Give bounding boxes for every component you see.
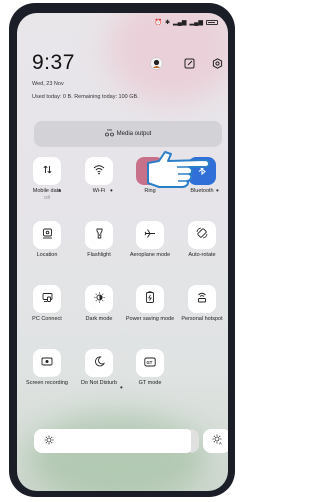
avatar-icon[interactable]	[149, 56, 163, 70]
toggle-flashlight[interactable]	[85, 221, 113, 249]
auto-brightness-button[interactable]: A	[203, 429, 228, 453]
toggle-label: PC Connect	[32, 316, 62, 322]
toggle-label: Flashlight	[87, 252, 111, 258]
toggle-label: Power saving mode	[125, 316, 175, 322]
brightness-icon	[44, 432, 54, 450]
signal-icon: ▂▄▆	[173, 20, 187, 26]
toggle-mobile-data[interactable]	[33, 157, 61, 185]
clock-time: 9:37	[32, 51, 75, 74]
status-bar: ⏰ ✱ ▂▄▆ ▂▄▆	[155, 19, 218, 26]
toggle-label: GT mode	[138, 380, 162, 386]
toggle-aeroplane-mode[interactable]	[136, 221, 164, 249]
power-saving-icon	[145, 290, 155, 308]
toggle-pc-connect[interactable]	[33, 285, 61, 313]
toggle-label: Personal hotspot	[181, 316, 223, 322]
toggle-gt-mode[interactable]: GT	[136, 349, 164, 377]
more-options-dot[interactable]: •	[216, 187, 219, 195]
alarm-icon: ⏰	[154, 20, 162, 26]
toggle-label: Location	[36, 252, 58, 258]
auto-brightness-icon: A	[212, 432, 223, 450]
signal-icon: ▂▄▆	[189, 20, 203, 26]
toggle-label: Auto-rotate	[188, 252, 216, 258]
battery-icon	[206, 20, 218, 25]
pointing-hand-icon	[147, 151, 210, 188]
media-output-icon	[104, 129, 114, 139]
gt-mode-icon: GT	[144, 354, 156, 372]
toggle-power-saving-mode[interactable]	[136, 285, 164, 313]
toggle-wi-fi[interactable]	[85, 157, 113, 185]
dark-mode-icon	[93, 290, 105, 308]
toggle-auto-rotate[interactable]	[188, 221, 216, 249]
mobile-data-icon	[42, 162, 53, 180]
edit-icon[interactable]	[182, 56, 196, 70]
svg-text:GT: GT	[147, 360, 153, 365]
toggle-do-not-disturb[interactable]	[85, 349, 113, 377]
more-options-dot[interactable]: •	[110, 187, 113, 195]
svg-text:A: A	[219, 441, 222, 446]
screen-recording-icon	[41, 354, 53, 372]
toggle-dark-mode[interactable]	[85, 285, 113, 313]
more-options-dot[interactable]: •	[120, 384, 123, 392]
toggle-screen-recording[interactable]	[33, 349, 61, 377]
location-icon	[42, 226, 53, 244]
toggle-location[interactable]	[33, 221, 61, 249]
settings-icon[interactable]	[210, 56, 224, 70]
toggle-label: Ring	[144, 188, 156, 194]
toggle-sublabel: Off	[44, 194, 50, 200]
do-not-disturb-icon	[94, 354, 105, 372]
data-usage-text: Used today: 0 B. Remaining today: 100 GB…	[32, 94, 139, 100]
media-output-label: Media output	[116, 131, 152, 137]
toggle-label: Do Not Disturb	[80, 380, 118, 386]
aeroplane-icon	[144, 226, 156, 244]
hotspot-icon	[196, 290, 208, 308]
toggle-label: Dark mode	[85, 316, 113, 322]
toggle-personal-hotspot[interactable]	[188, 285, 216, 313]
more-options-dot[interactable]: •	[58, 187, 61, 195]
pc-connect-icon	[42, 290, 53, 308]
auto-rotate-icon	[196, 226, 208, 244]
date-label: Wed, 23 Nov	[32, 81, 64, 87]
toggle-label: Screen recording	[26, 380, 68, 386]
wifi-icon	[93, 162, 105, 180]
control-center-screen: ⏰ ✱ ▂▄▆ ▂▄▆ 9:37 Wed, 23 Nov Used today:…	[17, 13, 228, 491]
media-output-button[interactable]: Media output	[34, 121, 222, 147]
toggle-label: Wi-Fi	[92, 188, 106, 194]
brightness-slider[interactable]	[34, 429, 194, 453]
toggle-label: Aeroplane mode	[129, 252, 171, 258]
bluetooth-icon: ✱	[165, 20, 171, 26]
flashlight-icon	[94, 226, 105, 244]
toggle-label: Bluetooth	[190, 188, 214, 194]
toggle-label: Mobile data Off	[22, 188, 72, 201]
